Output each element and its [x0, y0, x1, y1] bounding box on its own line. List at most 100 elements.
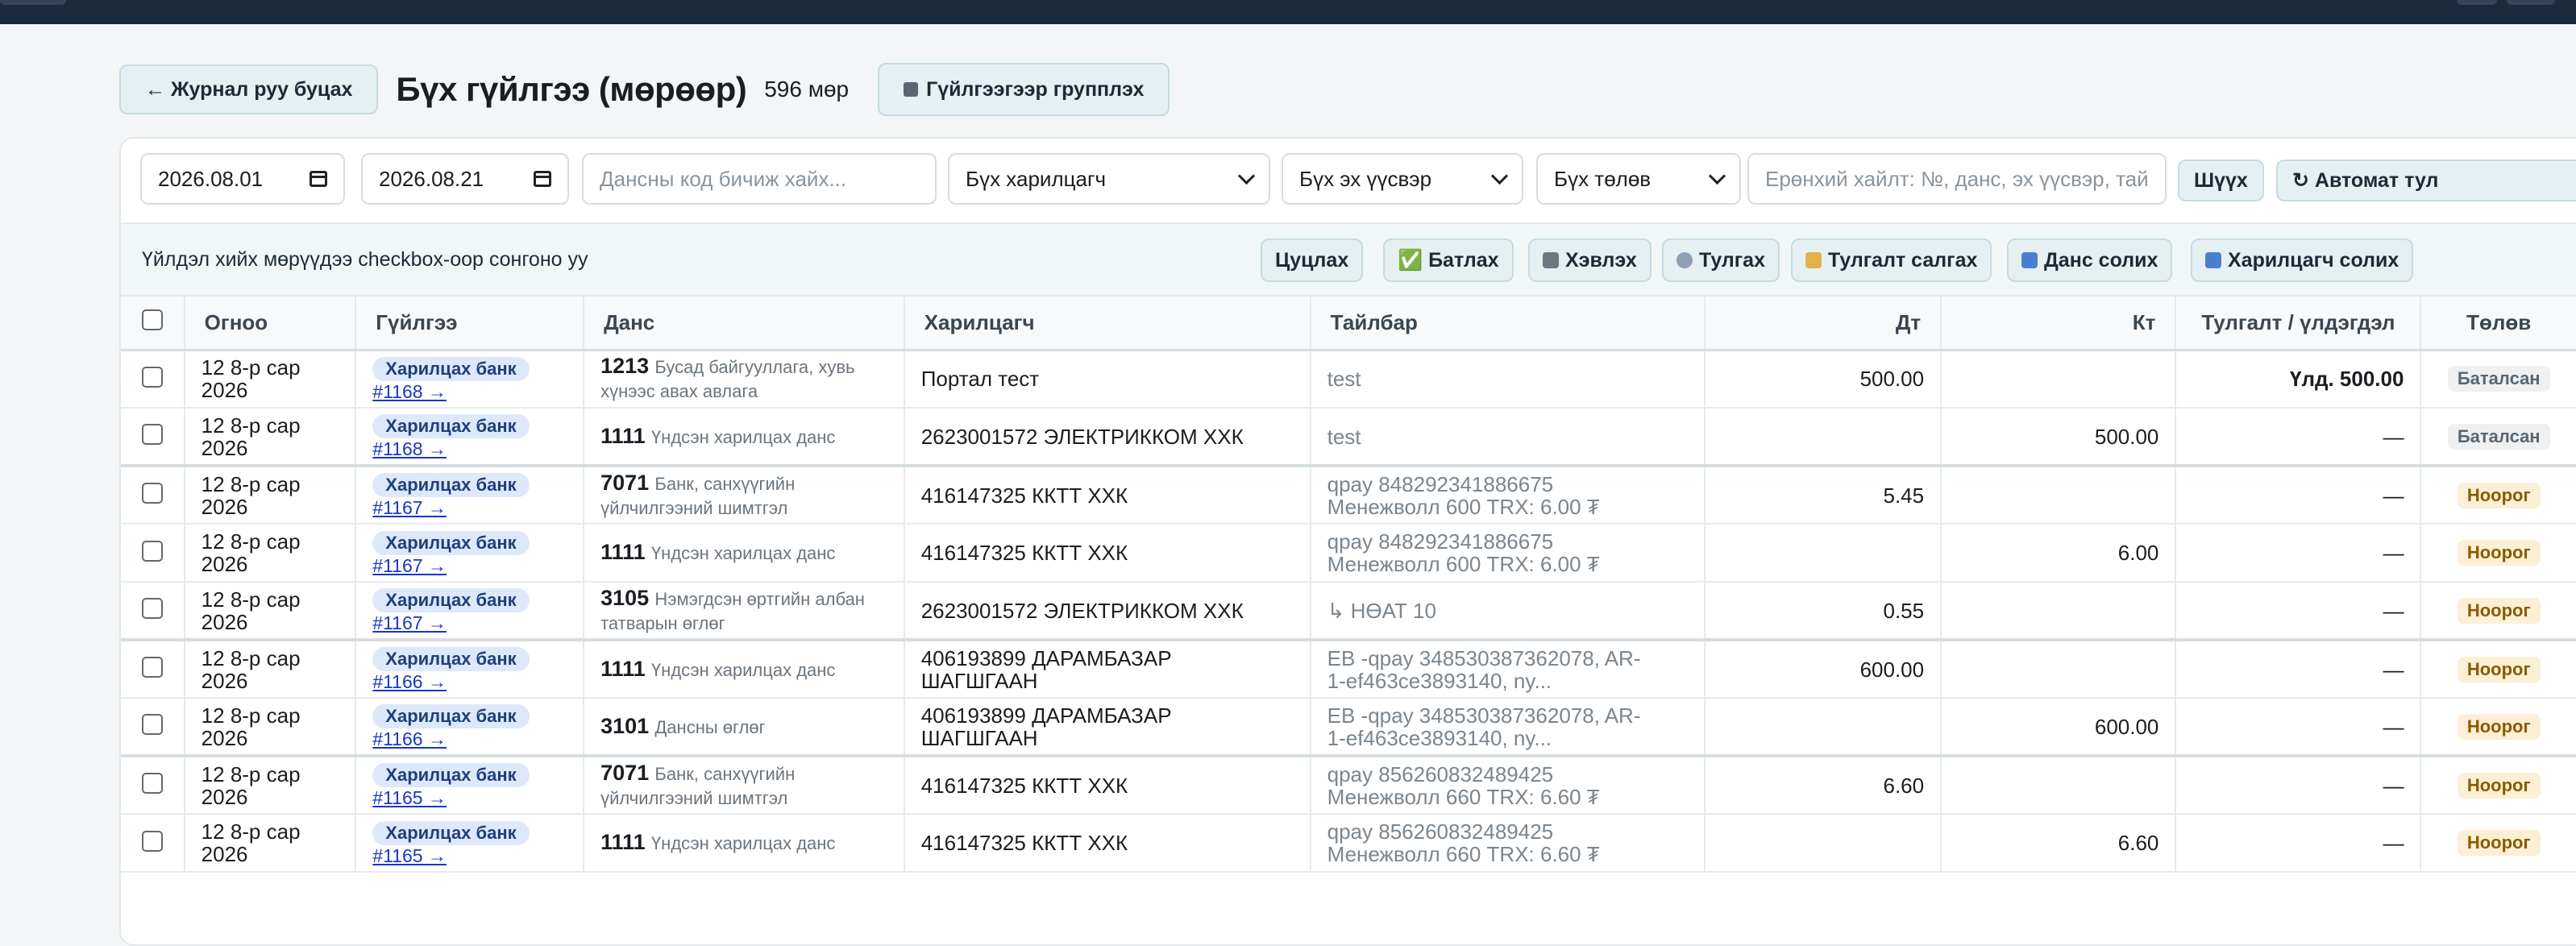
row-checkbox[interactable]	[141, 366, 163, 388]
table-row[interactable]: 12 8-р сар 2026 Харилцах банк #1167 → 3105 Н…	[121, 582, 2576, 641]
row-checkbox[interactable]	[141, 714, 163, 735]
col-credit[interactable]: Кт	[1941, 297, 2177, 351]
description-line: qpay 856260832489425	[1327, 819, 1554, 844]
account-name: Үндсэн харилцах данс	[650, 426, 836, 447]
print-button[interactable]: Хэвлэх	[1528, 239, 1652, 282]
status-badge: Ноорог	[2457, 540, 2541, 566]
status-badge: Ноорог	[2457, 656, 2541, 683]
col-reconcile[interactable]: Тулгалт / үлдэгдэл	[2175, 297, 2422, 351]
row-checkbox[interactable]	[141, 830, 163, 852]
filter-bar: 2026.08.01 2026.08.21 Дансны код бичиж х…	[121, 139, 2576, 224]
row-checkbox[interactable]	[141, 773, 163, 794]
col-partner[interactable]: Харилцагч	[904, 297, 1311, 351]
account-code: 1111	[600, 540, 646, 564]
transaction-link[interactable]: #1168 →	[372, 438, 567, 459]
col-description[interactable]: Тайлбар	[1310, 297, 1706, 351]
transaction-link[interactable]: #1166 →	[372, 671, 567, 692]
date-line: 12 8-р сар	[201, 529, 301, 554]
row-checkbox[interactable]	[141, 424, 163, 445]
row-select-cell	[121, 756, 185, 815]
transaction-link[interactable]: #1166 →	[372, 728, 567, 749]
reconcile-cell: —	[2175, 814, 2422, 873]
date-cell: 12 8-р сар 2026	[184, 582, 357, 641]
date-cell: 12 8-р сар 2026	[184, 350, 357, 409]
debit-cell	[1704, 408, 1942, 467]
row-checkbox[interactable]	[141, 598, 163, 619]
date-cell: 12 8-р сар 2026	[184, 524, 357, 583]
status-select[interactable]: Бүх төлөв	[1536, 153, 1741, 205]
col-status[interactable]: Төлөв	[2420, 297, 2576, 351]
transaction-link[interactable]: #1167 →	[372, 497, 567, 518]
approve-button[interactable]: ✅ Батлах	[1383, 239, 1514, 282]
partner-cell: 2623001572 ЭЛЕКТРИККОМ ХХК	[904, 582, 1311, 641]
account-cell: 3105 Нэмэгдсэн өртгийн албан татварын өг…	[584, 582, 905, 641]
partner-select[interactable]: Бүх харилцагч	[948, 153, 1270, 205]
description-line: EB -qpay 348530387362078, AR-	[1327, 645, 1641, 670]
status-cell: Ноорог	[2420, 814, 2576, 873]
reconcile-cell: —	[2175, 524, 2422, 583]
unreconcile-label: Тулгалт салгах	[1828, 248, 1978, 272]
source-select[interactable]: Бүх эх үүсвэр	[1282, 153, 1523, 205]
source-badge: Харилцах банк	[372, 473, 530, 497]
date-from-input[interactable]: 2026.08.01	[140, 153, 345, 205]
change-account-button[interactable]: Данс солих	[2007, 239, 2173, 282]
description-cell: qpay 848292341886675 Менежволл 600 TRX: 6…	[1310, 524, 1706, 583]
calendar-icon[interactable]	[310, 171, 327, 187]
table-row[interactable]: 12 8-р сар 2026 Харилцах банк #1168 → 1111 Ү…	[121, 408, 2576, 467]
calendar-icon[interactable]	[534, 171, 551, 187]
print-label: Хэвлэх	[1565, 248, 1637, 272]
col-date[interactable]: Огноо	[184, 297, 357, 351]
col-debit[interactable]: Дт	[1704, 297, 1942, 351]
navbar-button[interactable]	[2457, 0, 2497, 5]
row-checkbox[interactable]	[141, 540, 163, 562]
partner-cell: 416147325 ККТТ ХХК	[904, 466, 1311, 525]
date-to-input[interactable]: 2026.08.21	[361, 153, 569, 205]
cancel-button[interactable]: Цуцлах	[1261, 239, 1364, 282]
credit-cell	[1941, 756, 2177, 815]
date-cell: 12 8-р сар 2026	[184, 408, 357, 467]
status-cell: Ноорог	[2420, 698, 2576, 757]
general-search-input[interactable]: Ерөнхий хайлт: №, данс, эх үүсвэр, тай	[1747, 153, 2167, 205]
source-badge: Харилцах банк	[372, 820, 530, 845]
filter-button[interactable]: Шүүх	[2178, 160, 2264, 201]
table-row[interactable]: 12 8-р сар 2026 Харилцах банк #1168 → 1213 Б…	[121, 350, 2576, 409]
reconcile-button[interactable]: Тулгах	[1662, 239, 1780, 282]
auto-reconcile-button[interactable]: ↻ Автомат тул	[2276, 160, 2576, 201]
account-search-input[interactable]: Дансны код бичиж хайх...	[582, 153, 937, 205]
table-row[interactable]: 12 8-р сар 2026 Харилцах банк #1167 → 7071 Б…	[121, 466, 2576, 525]
navbar-button[interactable]	[2507, 0, 2555, 5]
debit-cell: 5.45	[1704, 466, 1942, 525]
bulk-actions-bar: Үйлдэл хийх мөрүүдээ checkbox-оор сонгон…	[121, 224, 2576, 297]
account-code: 1111	[600, 656, 646, 681]
table-row[interactable]: 12 8-р сар 2026 Харилцах банк #1166 → 1111 Ү…	[121, 640, 2576, 699]
unreconcile-button[interactable]: Тулгалт салгах	[1791, 239, 1992, 282]
transaction-link[interactable]: #1168 →	[372, 381, 567, 402]
transaction-cell: Харилцах банк #1166 →	[355, 698, 585, 757]
select-all-checkbox[interactable]	[141, 309, 163, 330]
col-account[interactable]: Данс	[584, 297, 905, 351]
transaction-link[interactable]: #1165 →	[372, 787, 567, 808]
transaction-link[interactable]: #1165 →	[372, 845, 567, 866]
change-partner-button[interactable]: Харилцагч солих	[2191, 239, 2414, 282]
row-checkbox[interactable]	[141, 483, 163, 504]
table-row[interactable]: 12 8-р сар 2026 Харилцах банк #1165 → 7071 Б…	[121, 756, 2576, 815]
back-to-journal-button[interactable]: ← Журнал руу буцах	[119, 64, 379, 114]
table-row[interactable]: 12 8-р сар 2026 Харилцах банк #1166 → 3101 Д…	[121, 698, 2576, 757]
row-select-cell	[121, 582, 185, 641]
transaction-link[interactable]: #1167 →	[372, 555, 567, 576]
table-body: 12 8-р сар 2026 Харилцах банк #1168 → 1213 Б…	[121, 350, 2576, 873]
table-row[interactable]: 12 8-р сар 2026 Харилцах банк #1167 → 1111 Ү…	[121, 524, 2576, 583]
description-line: ↳ НӨАТ 10	[1327, 598, 1436, 623]
description-cell: EB -qpay 348530387362078, AR- 1-ef463ce38…	[1310, 640, 1706, 699]
date-cell: 12 8-р сар 2026	[184, 640, 357, 699]
table-row[interactable]: 12 8-р сар 2026 Харилцах банк #1165 → 1111 Ү…	[121, 814, 2576, 873]
source-badge: Харилцах банк	[372, 763, 530, 787]
date-cell: 12 8-р сар 2026	[184, 756, 357, 815]
transaction-link[interactable]: #1167 →	[372, 612, 567, 633]
transaction-cell: Харилцах банк #1167 →	[355, 466, 585, 525]
group-by-transaction-button[interactable]: Гүйлгээгээр групплэх	[878, 63, 1170, 116]
navbar-tab[interactable]	[0, 0, 66, 5]
row-checkbox[interactable]	[141, 657, 163, 678]
col-transaction[interactable]: Гүйлгээ	[355, 297, 585, 351]
debit-cell: 500.00	[1704, 350, 1942, 409]
